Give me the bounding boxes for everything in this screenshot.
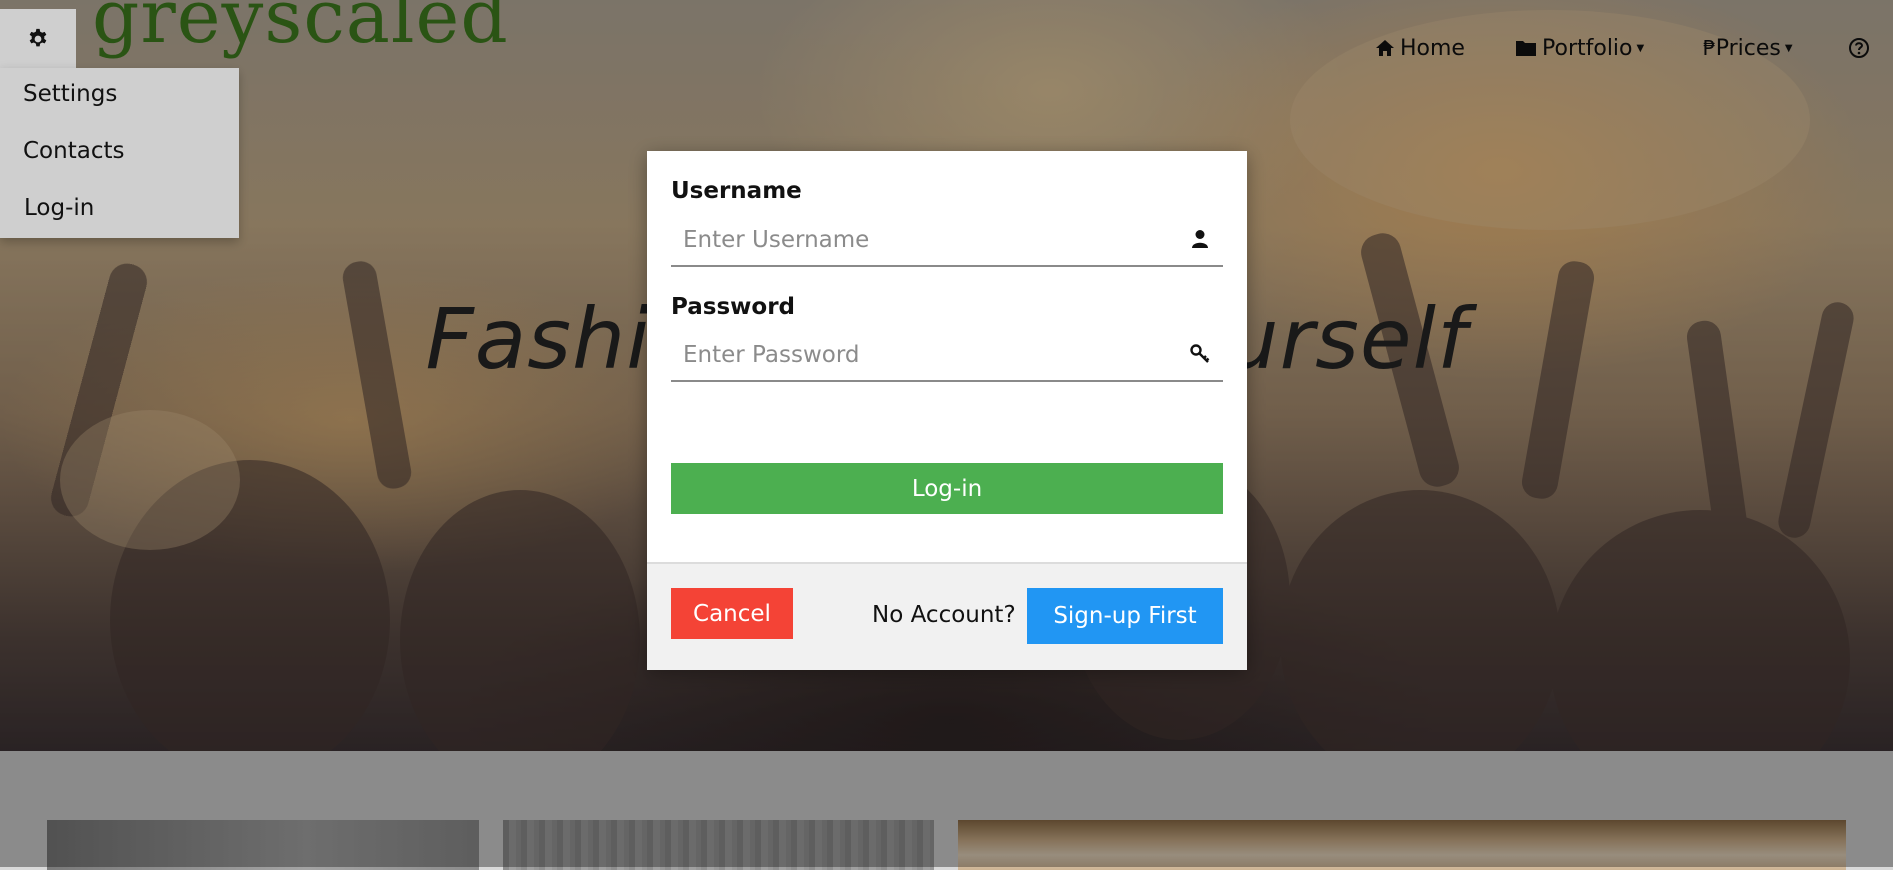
username-input[interactable]: [671, 214, 1195, 265]
gear-icon: [29, 28, 47, 46]
no-account-text: No Account?: [872, 602, 1016, 628]
signup-button[interactable]: Sign-up First: [1027, 588, 1223, 644]
key-icon: [1190, 344, 1210, 363]
login-modal: Username Password Log-in Cancel No Accou…: [647, 151, 1247, 670]
settings-gear-button[interactable]: [0, 9, 76, 68]
password-input[interactable]: [671, 329, 1195, 380]
username-field-wrapper: [671, 214, 1223, 267]
menu-item-settings[interactable]: Settings: [23, 81, 117, 107]
menu-item-login[interactable]: Log-in: [24, 195, 94, 221]
modal-footer: Cancel No Account? Sign-up First: [647, 562, 1247, 670]
menu-item-contacts[interactable]: Contacts: [23, 138, 124, 164]
password-field-wrapper: [671, 329, 1223, 382]
cancel-button[interactable]: Cancel: [671, 588, 793, 639]
username-label: Username: [671, 178, 802, 204]
password-label: Password: [671, 294, 795, 320]
login-button[interactable]: Log-in: [671, 463, 1223, 514]
settings-dropdown: Settings Contacts Log-in: [0, 68, 239, 238]
user-icon: [1192, 230, 1208, 248]
